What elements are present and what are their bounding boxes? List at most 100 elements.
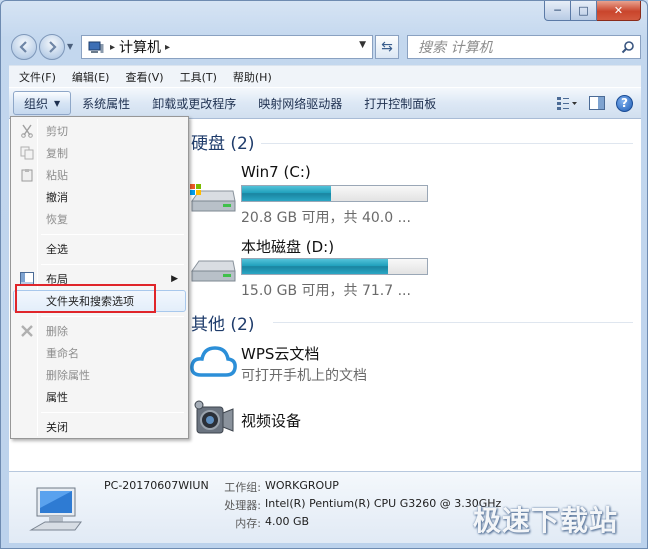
search-icon[interactable] (621, 40, 635, 54)
computer-icon (88, 41, 104, 53)
menu-item-rename[interactable]: 重命名 (13, 342, 186, 364)
menu-item-label: 撤消 (46, 191, 68, 204)
forward-button[interactable] (39, 34, 65, 60)
toolbar-right-group: ? (556, 93, 633, 113)
menu-bar: 文件(F) 编辑(E) 查看(V) 工具(T) 帮助(H) (9, 65, 641, 87)
menu-item-label: 关闭 (46, 421, 68, 434)
video-device-title: 视频设备 (241, 412, 302, 430)
group-divider-drives (261, 143, 633, 144)
wps-cloud-subtitle: 可打开手机上的文档 (241, 368, 367, 384)
drive-name: 本地磁盘 (D:) (241, 238, 335, 256)
menu-item-label: 删除属性 (46, 369, 90, 382)
menu-separator (41, 316, 184, 317)
caption-buttons: ─ □ ✕ (544, 1, 641, 21)
minimize-button[interactable]: ─ (544, 1, 571, 21)
preview-pane-icon (589, 96, 605, 110)
menu-help[interactable]: 帮助(H) (225, 69, 280, 85)
help-icon[interactable]: ? (616, 94, 633, 112)
menu-view[interactable]: 查看(V) (117, 69, 171, 85)
map-network-drive-button[interactable]: 映射网络驱动器 (247, 95, 353, 112)
back-button[interactable] (11, 34, 37, 60)
refresh-button[interactable]: ⇆ (375, 35, 399, 59)
menu-item-cut[interactable]: 剪切 (13, 120, 186, 142)
group-header-drives[interactable]: 硬盘 (2) (191, 129, 254, 154)
group-title-drives: 硬盘 (2) (191, 134, 255, 154)
menu-item-undo[interactable]: 撤消 (13, 186, 186, 208)
camcorder-icon (194, 400, 234, 434)
watermark-text: 极速下载站 (473, 504, 619, 537)
preview-pane-button[interactable] (586, 93, 608, 113)
cloud-icon (190, 346, 237, 377)
menu-item-label: 删除 (46, 325, 68, 338)
processor-value: Intel(R) Pentium(R) CPU G3260 @ 3.30GHz (265, 497, 502, 510)
wps-cloud-title: WPS云文档 (241, 345, 320, 363)
drive-free-space: 15.0 GB 可用，共 71.7 ... (241, 283, 411, 299)
menu-item-select-all[interactable]: 全选 (13, 238, 186, 260)
menu-separator (41, 264, 184, 265)
organize-menu: 剪切 复制 粘贴 撤消 恢复 全选 布局 ▶ 文件夹和搜索选项 删除 重命名 删… (10, 116, 189, 439)
organize-button[interactable]: 组织 ▼ (13, 91, 72, 115)
command-bar: 组织 ▼ 系统属性 卸载或更改程序 映射网络驱动器 打开控制面板 ? (9, 87, 641, 119)
hard-drive-icon (191, 260, 236, 282)
drive-usage-fill (242, 186, 331, 201)
menu-item-properties[interactable]: 属性 (13, 386, 186, 408)
menu-item-remove-properties[interactable]: 删除属性 (13, 364, 186, 386)
menu-item-label: 剪切 (46, 125, 68, 138)
menu-item-redo[interactable]: 恢复 (13, 208, 186, 230)
maximize-button[interactable]: □ (571, 1, 597, 21)
menu-edit[interactable]: 编辑(E) (64, 69, 118, 85)
menu-separator (41, 412, 184, 413)
copy-icon (19, 145, 35, 161)
menu-item-label: 属性 (46, 391, 68, 404)
system-properties-button[interactable]: 系统属性 (71, 95, 141, 112)
group-header-other[interactable]: 其他 (2) (191, 310, 254, 335)
menu-item-label: 全选 (46, 243, 68, 256)
menu-item-label: 恢复 (46, 213, 68, 226)
menu-file[interactable]: 文件(F) (11, 69, 64, 85)
computer-icon (29, 487, 82, 531)
menu-tools[interactable]: 工具(T) (172, 69, 225, 85)
open-control-panel-button[interactable]: 打开控制面板 (353, 95, 447, 112)
group-title-other: 其他 (2) (191, 315, 255, 335)
address-bar[interactable]: ▸ 计算机 ▸ ▼ (81, 35, 373, 59)
breadcrumb-separator-2[interactable]: ▸ (165, 42, 170, 53)
memory-label: 内存: (235, 517, 261, 530)
memory-value: 4.00 GB (265, 515, 310, 528)
workgroup-label: 工作组: (224, 481, 261, 494)
workgroup-value: WORKGROUP (265, 479, 339, 492)
menu-item-copy[interactable]: 复制 (13, 142, 186, 164)
organize-label: 组织 (24, 96, 49, 111)
drive-free-space: 20.8 GB 可用，共 40.0 ... (241, 210, 411, 226)
breadcrumb-computer[interactable]: 计算机 (119, 37, 161, 57)
drive-usage-fill (242, 259, 389, 274)
drive-usage-bar (241, 258, 428, 275)
submenu-arrow-icon: ▶ (171, 274, 178, 284)
menu-item-delete[interactable]: 删除 (13, 320, 186, 342)
menu-item-paste[interactable]: 粘贴 (13, 164, 186, 186)
menu-item-label: 粘贴 (46, 169, 68, 182)
refresh-icon: ⇆ (381, 39, 393, 55)
address-dropdown-icon[interactable]: ▼ (359, 40, 366, 50)
menu-item-label: 重命名 (46, 347, 79, 360)
change-view-button[interactable] (556, 93, 578, 113)
computer-name: PC-20170607WIUN (104, 479, 209, 492)
close-button[interactable]: ✕ (597, 1, 641, 21)
processor-label: 处理器: (224, 499, 261, 512)
search-input[interactable]: 搜索 计算机 (407, 35, 641, 59)
scissors-icon (19, 123, 35, 139)
group-divider-other (273, 322, 633, 323)
view-options-icon (557, 97, 577, 110)
delete-x-icon (19, 323, 35, 339)
arrow-left-icon (19, 41, 27, 53)
drive-usage-bar (241, 185, 428, 202)
search-placeholder: 搜索 计算机 (418, 40, 493, 56)
recent-pages-dropdown[interactable]: ▼ (67, 42, 73, 51)
arrow-right-icon (49, 41, 57, 53)
uninstall-program-button[interactable]: 卸载或更改程序 (141, 95, 247, 112)
menu-item-label: 复制 (46, 147, 68, 160)
breadcrumb-separator[interactable]: ▸ (110, 42, 115, 53)
annotation-highlight-box (15, 284, 156, 313)
menu-separator (41, 234, 184, 235)
hard-drive-icon (190, 184, 236, 212)
menu-item-close[interactable]: 关闭 (13, 416, 186, 438)
